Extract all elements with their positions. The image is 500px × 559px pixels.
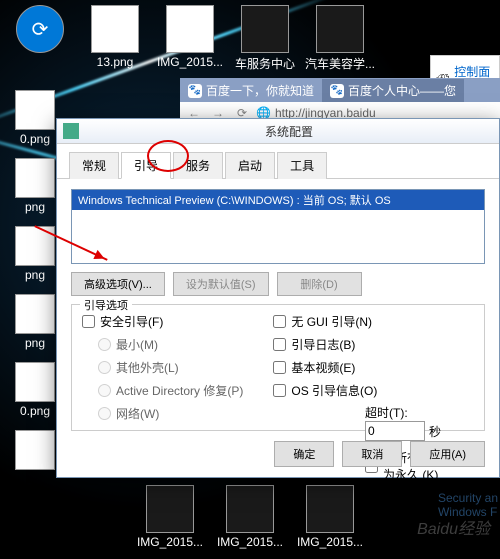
apply-button[interactable]: 应用(A): [410, 441, 485, 467]
no-gui-boot-checkbox[interactable]: 无 GUI 引导(N): [273, 313, 377, 330]
dialog-tab-4[interactable]: 工具: [277, 152, 327, 179]
desktop-icon[interactable]: 汽车美容学...: [305, 5, 375, 72]
dialog-tab-2[interactable]: 服务: [173, 152, 223, 179]
set-default-button[interactable]: 设为默认值(S): [173, 272, 269, 296]
desktop-icon[interactable]: IMG_2015...: [135, 485, 205, 549]
timeout-input[interactable]: [365, 421, 425, 441]
desktop-icon[interactable]: 13.png: [80, 5, 150, 72]
dialog-title: 系统配置: [85, 123, 493, 140]
desktop-icon[interactable]: IMG_2015...: [295, 485, 365, 549]
safe-altshell-radio: 其他外壳(L): [98, 359, 243, 376]
advanced-options-button[interactable]: 高级选项(V)...: [71, 272, 165, 296]
timeout-label: 超时(T):: [365, 404, 485, 421]
desktop-icons-top: ⟳13.pngIMG_2015...车服务中心汽车美容学...: [0, 0, 500, 77]
system-config-dialog: 系统配置 常规引导服务启动工具 Windows Technical Previe…: [56, 118, 500, 478]
dialog-tab-3[interactable]: 启动: [225, 152, 275, 179]
safe-minimal-radio: 最小(M): [98, 336, 243, 353]
ok-button[interactable]: 确定: [274, 441, 334, 467]
timeout-unit: 秒: [429, 423, 441, 440]
browser-tab[interactable]: 🐾百度一下，你就知道: [180, 79, 322, 102]
boot-log-checkbox[interactable]: 引导日志(B): [273, 336, 377, 353]
desktop-icons-bottom: IMG_2015...IMG_2015...IMG_2015...: [130, 480, 370, 554]
cancel-button[interactable]: 取消: [342, 441, 402, 467]
os-entry[interactable]: Windows Technical Preview (C:\WINDOWS) :…: [72, 190, 484, 210]
watermark: Baidu经验: [417, 515, 490, 539]
browser-tab[interactable]: 🐾百度个人中心——您: [322, 79, 464, 102]
desktop-icon[interactable]: IMG_2015...: [155, 5, 225, 72]
os-list[interactable]: Windows Technical Preview (C:\WINDOWS) :…: [71, 189, 485, 264]
dialog-tab-0[interactable]: 常规: [69, 152, 119, 179]
os-boot-info-checkbox[interactable]: OS 引导信息(O): [273, 382, 377, 399]
safe-network-radio: 网络(W): [98, 405, 243, 422]
safe-boot-checkbox[interactable]: 安全引导(F): [82, 313, 243, 330]
desktop-icon[interactable]: 车服务中心: [230, 5, 300, 72]
delete-button[interactable]: 删除(D): [277, 272, 362, 296]
base-video-checkbox[interactable]: 基本视频(E): [273, 359, 377, 376]
safe-ad-repair-radio: Active Directory 修复(P): [98, 382, 243, 399]
browser-chrome: 🐾百度一下，你就知道🐾百度个人中心——您 ← → ⟳ 🌐 http://jing…: [180, 78, 500, 123]
desktop-icon[interactable]: ⟳: [5, 5, 75, 72]
desktop-icon[interactable]: IMG_2015...: [215, 485, 285, 549]
desktop-icons-left: 0.pngpngpngpng0.png: [0, 90, 56, 482]
dialog-tabs: 常规引导服务启动工具: [57, 144, 499, 179]
boot-options-legend: 引导选项: [80, 297, 132, 313]
app-icon: [63, 123, 79, 139]
dialog-titlebar[interactable]: 系统配置: [57, 119, 499, 144]
dialog-tab-1[interactable]: 引导: [121, 152, 171, 179]
